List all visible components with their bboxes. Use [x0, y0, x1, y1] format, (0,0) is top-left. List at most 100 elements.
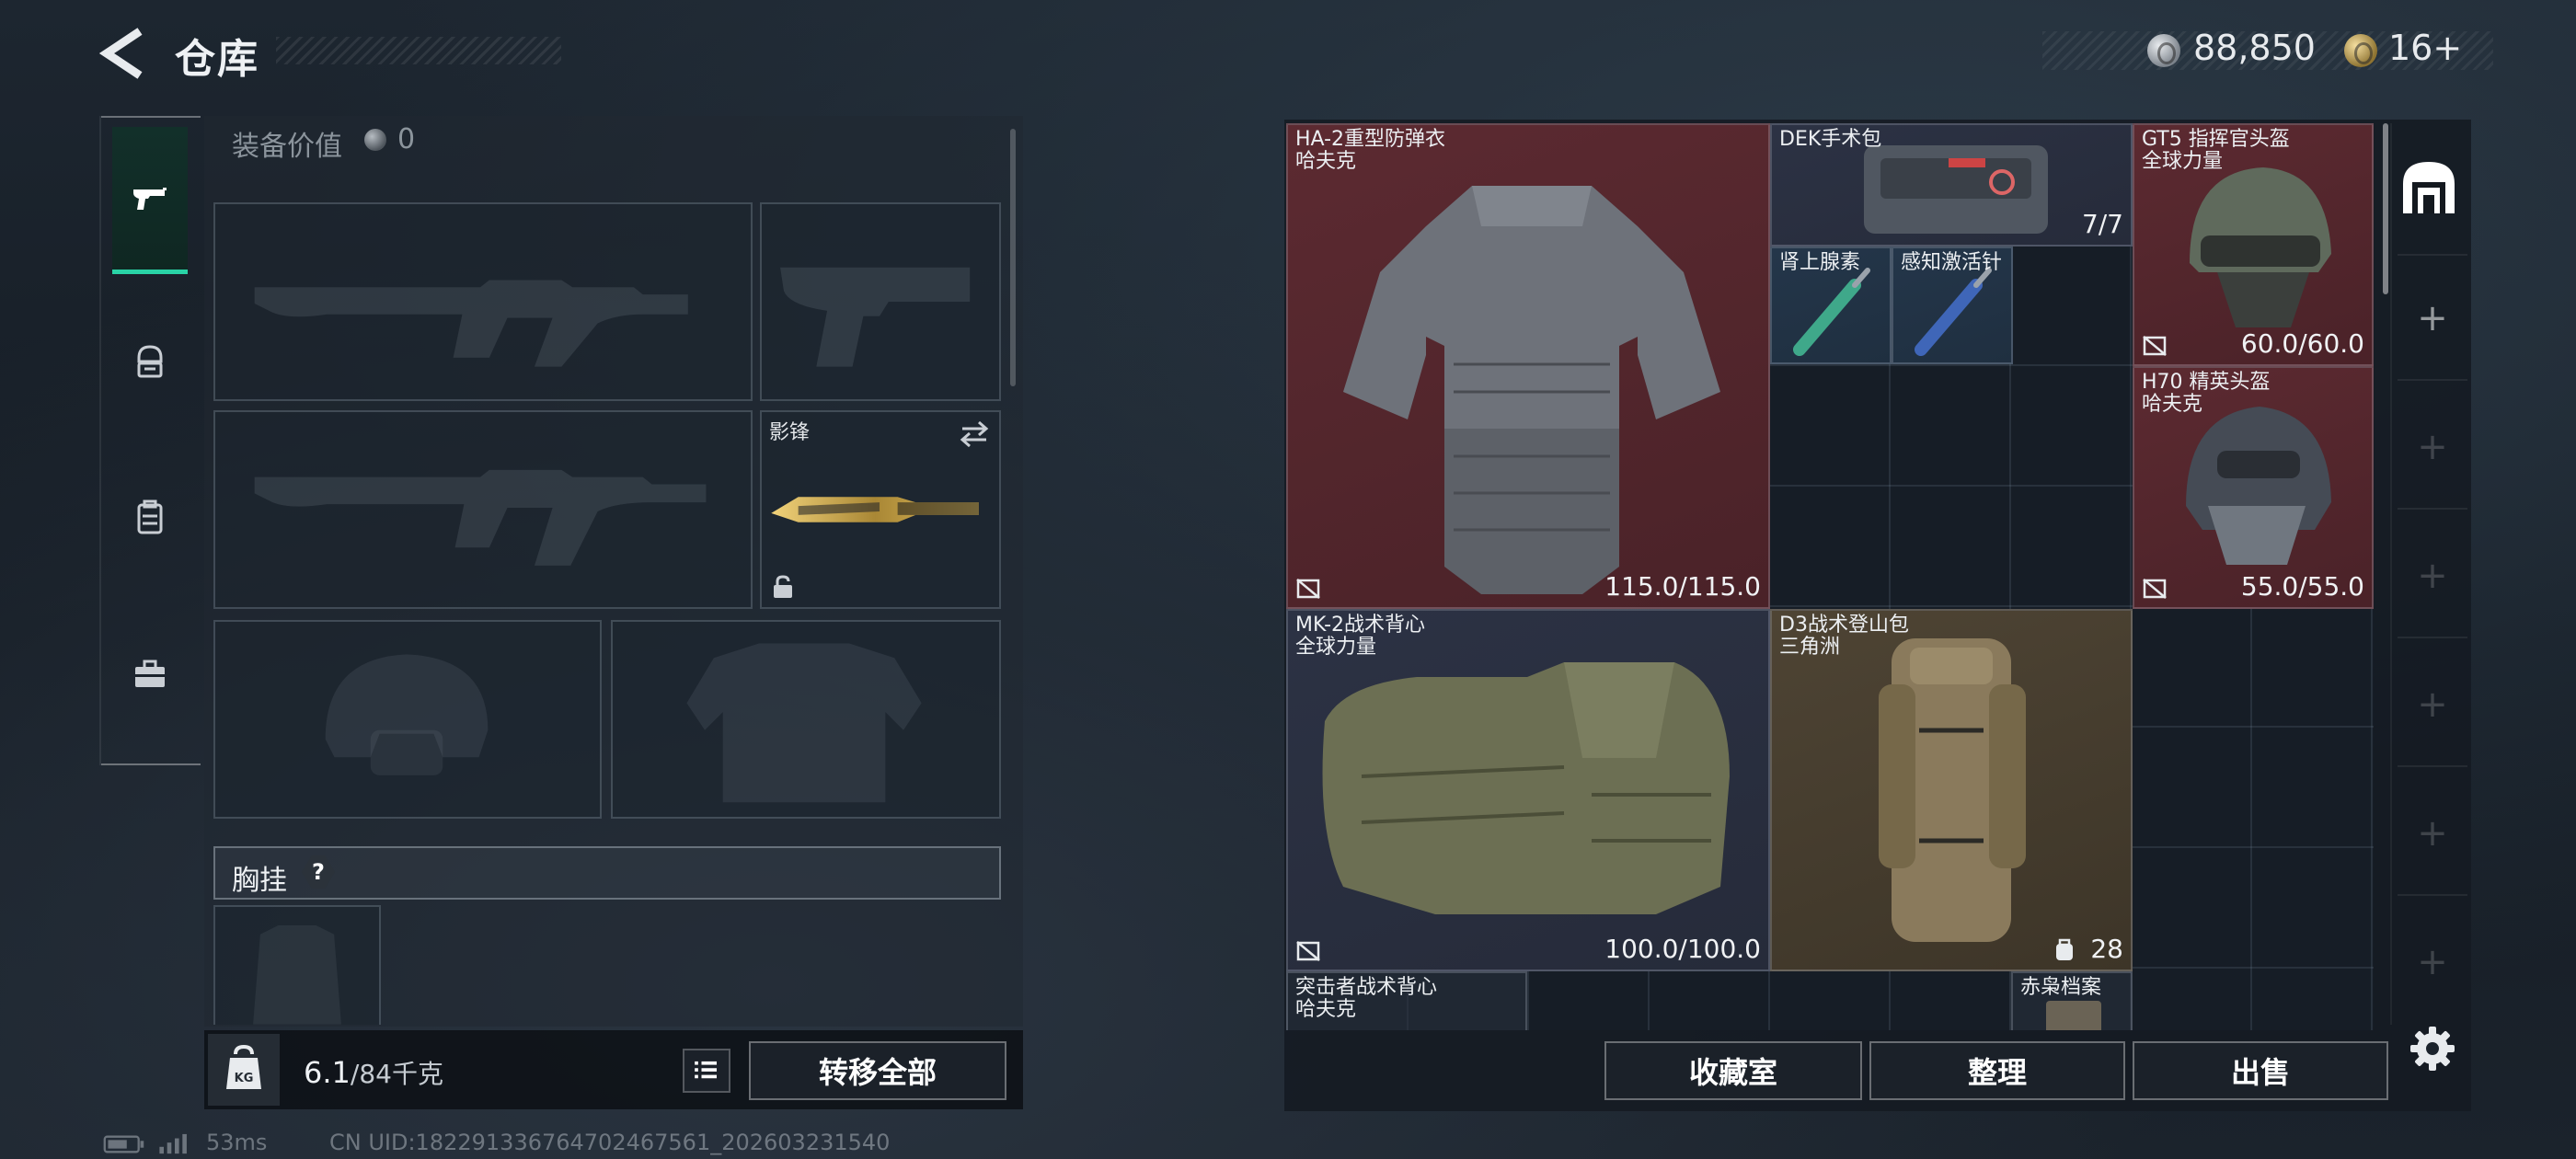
- body-armor-slot[interactable]: [611, 620, 1001, 819]
- item-ha2-armor[interactable]: HA-2重型防弹衣 哈夫克 115.0/115.0: [1286, 123, 1770, 609]
- gold-coin-icon: [2344, 34, 2377, 67]
- no-insure-icon: [2143, 579, 2167, 599]
- tab-divider: [2398, 508, 2467, 510]
- list-view-button[interactable]: [683, 1049, 730, 1093]
- armor-silhouette-icon: [686, 643, 922, 803]
- nav-divider-top: [101, 116, 201, 118]
- stash-grid[interactable]: HA-2重型防弹衣 哈夫克 115.0/115.0 DEK手术包 7/7 肾上腺…: [1286, 123, 2374, 1030]
- item-dek-surgery-kit[interactable]: DEK手术包 7/7: [1770, 123, 2133, 247]
- helmet-armor-icon: [137, 345, 163, 378]
- nav-divider-bottom: [101, 763, 201, 765]
- rifle-silhouette-icon: [254, 280, 688, 367]
- capacity-icon: [2056, 938, 2073, 960]
- helmet-slot[interactable]: [213, 620, 602, 819]
- no-insure-icon: [1296, 579, 1320, 599]
- battery-icon: [103, 1135, 144, 1153]
- item-count: 7/7: [2081, 209, 2123, 239]
- melee-slot[interactable]: 影锋: [760, 410, 1001, 609]
- warehouse-tab-icon[interactable]: [2398, 156, 2460, 219]
- item-gt5-helmet[interactable]: GT5 指挥官头盔 全球力量 60.0/60.0: [2133, 123, 2374, 366]
- add-stash-tab-icon[interactable]: +: [2414, 300, 2451, 337]
- knife-icon: [771, 497, 979, 522]
- item-adrenaline[interactable]: 肾上腺素: [1770, 247, 1892, 364]
- weight-current: 6.1: [304, 1055, 351, 1090]
- backpack-icon: [1879, 638, 2026, 942]
- gold-currency-value[interactable]: 16+: [2388, 28, 2462, 68]
- transfer-all-button[interactable]: 转移全部: [749, 1041, 1006, 1100]
- silver-currency-value: 88,850: [2193, 28, 2316, 68]
- item-brand: 哈夫克: [1295, 998, 1357, 1021]
- chest-rig-slot[interactable]: [213, 905, 381, 1025]
- item-name: HA-2重型防弹衣: [1295, 128, 1446, 151]
- locked-stash-tab-icon: +: [2417, 941, 2448, 983]
- equip-value-label: 装备价值: [232, 131, 342, 163]
- item-red-owl-file[interactable]: 赤枭档案: [2011, 971, 2133, 1030]
- tab-divider: [2398, 379, 2467, 381]
- item-durability: 55.0/55.0: [2240, 571, 2364, 602]
- item-brand: 全球力量: [2142, 150, 2224, 173]
- locked-stash-tab-icon: +: [2417, 555, 2448, 597]
- item-name: 肾上腺素: [1779, 251, 1861, 274]
- item-name: 感知激活针: [1901, 251, 2003, 274]
- locked-stash-tab-icon: +: [2417, 812, 2448, 855]
- value-coin-icon: [364, 129, 386, 151]
- item-durability: 115.0/115.0: [1604, 571, 1761, 602]
- tab-tools[interactable]: [112, 605, 188, 743]
- tab-armor[interactable]: [112, 293, 188, 430]
- weight-max: /84千克: [350, 1059, 443, 1089]
- weight-box: KG: [208, 1034, 280, 1106]
- back-arrow-icon[interactable]: [99, 28, 145, 79]
- list-icon: [695, 1061, 717, 1079]
- sidearm-slot[interactable]: [760, 202, 1001, 401]
- signal-icon: [159, 1133, 187, 1154]
- item-durability: 60.0/60.0: [2240, 328, 2364, 359]
- item-capacity: 28: [2090, 934, 2123, 964]
- page-title: 仓库: [175, 36, 259, 83]
- ping-readout: 53ms: [206, 1130, 268, 1155]
- tab-divider: [2398, 765, 2467, 767]
- primary-weapon-slot[interactable]: [213, 202, 753, 401]
- settings-gear-icon[interactable]: [2409, 1025, 2456, 1073]
- item-brand: 全球力量: [1295, 636, 1377, 659]
- svg-text:KG: KG: [235, 1072, 254, 1085]
- item-name: GT5 指挥官头盔: [2142, 128, 2290, 151]
- rig-silhouette-icon: [253, 924, 341, 1025]
- chest-rig-label: 胸挂: [232, 865, 287, 897]
- item-h70-helmet[interactable]: H70 精英头盔 哈夫克 55.0/55.0: [2133, 366, 2374, 609]
- tab-weapons[interactable]: [112, 127, 188, 274]
- item-name: H70 精英头盔: [2142, 371, 2271, 394]
- item-mk2-vest[interactable]: MK-2战术背心 全球力量 100.0/100.0: [1286, 609, 1770, 971]
- stash-scrollbar[interactable]: [2383, 123, 2388, 294]
- item-brand: 三角洲: [1779, 636, 1841, 659]
- equipment-scrollbar[interactable]: [1010, 129, 1016, 386]
- item-raider-vest[interactable]: 突击者战术背心 哈夫克: [1286, 971, 1527, 1030]
- tab-divider: [2398, 894, 2467, 896]
- secondary-weapon-slot[interactable]: [213, 410, 753, 609]
- document-icon: [2046, 1001, 2101, 1030]
- item-durability: 100.0/100.0: [1604, 934, 1761, 964]
- item-d3-backpack[interactable]: D3战术登山包 三角洲 28: [1770, 609, 2133, 971]
- tab-divider: [2398, 254, 2467, 256]
- item-name: DEK手术包: [1779, 128, 1882, 151]
- tab-divider: [2398, 637, 2467, 638]
- collection-room-button[interactable]: 收藏室: [1604, 1041, 1862, 1100]
- pistol-icon: [133, 187, 167, 210]
- tab-backpack[interactable]: [112, 449, 188, 587]
- rifle-silhouette-icon: [254, 469, 707, 566]
- locked-stash-tab-icon: +: [2417, 683, 2448, 726]
- sell-button[interactable]: 出售: [2133, 1041, 2388, 1100]
- weight-readout: 6.1/84千克: [304, 1054, 443, 1091]
- item-sensory-stim[interactable]: 感知激活针: [1892, 247, 2013, 364]
- body-armor-icon: [1343, 186, 1720, 594]
- equip-value: 0: [397, 123, 416, 155]
- pistol-silhouette-icon: [780, 267, 971, 367]
- title-decoration: [276, 37, 561, 64]
- item-name: MK-2战术背心: [1295, 614, 1426, 637]
- lock-icon: [774, 575, 792, 598]
- helmet-silhouette-icon: [325, 654, 489, 775]
- item-name: D3战术登山包: [1779, 614, 1909, 637]
- tactical-vest-icon: [1322, 662, 1730, 914]
- no-insure-icon: [1296, 941, 1320, 961]
- organize-button[interactable]: 整理: [1869, 1041, 2125, 1100]
- silver-coin-icon: [2147, 34, 2180, 67]
